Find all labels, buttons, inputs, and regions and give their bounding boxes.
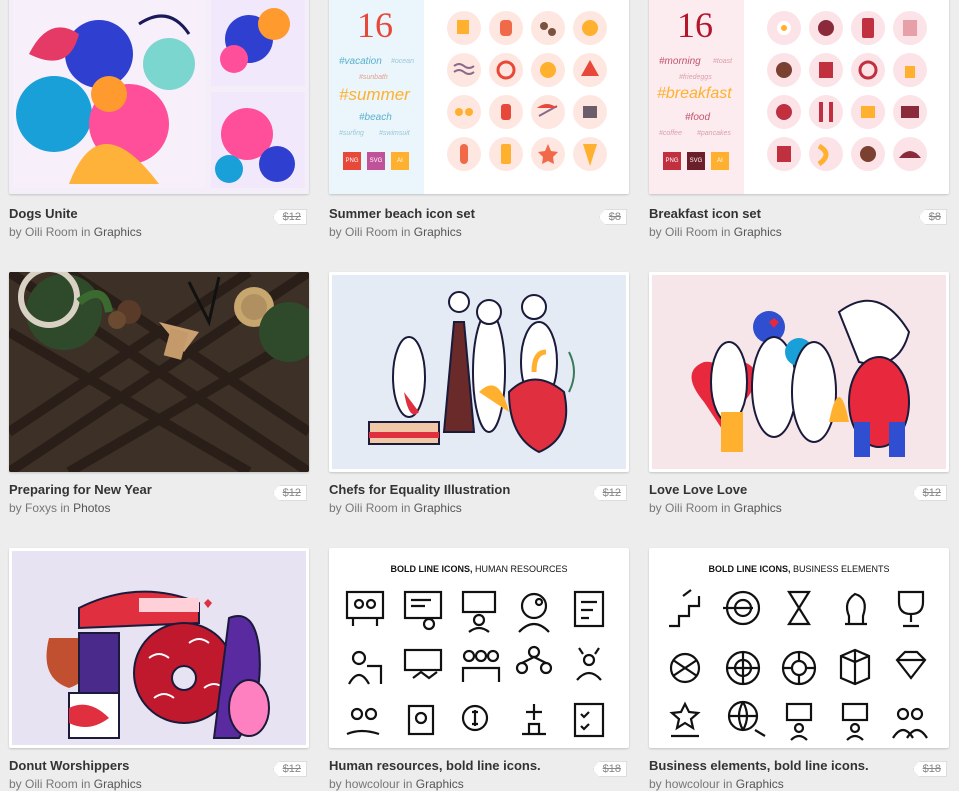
product-title[interactable]: Business elements, bold line icons. xyxy=(649,758,869,773)
product-title[interactable]: Summer beach icon set xyxy=(329,206,475,221)
product-thumbnail-human-resources[interactable]: BOLD LINE ICONS, HUMAN RESOURCES xyxy=(329,548,629,748)
product-meta: by Oili Room in Graphics xyxy=(649,225,782,239)
product-thumbnail-new-year[interactable] xyxy=(9,272,309,472)
price-tag: $12 xyxy=(272,761,307,777)
price-tag: $8 xyxy=(598,209,627,225)
by-label: by xyxy=(329,777,342,791)
product-meta: by howcolour in Graphics xyxy=(649,777,784,791)
author-link[interactable]: Oili Room xyxy=(665,225,718,239)
price-tag: $12 xyxy=(592,485,627,501)
product-title[interactable]: Love Love Love xyxy=(649,482,747,497)
product-thumbnail-dogs-unite[interactable] xyxy=(9,0,309,194)
in-label: in xyxy=(401,501,411,515)
icon-grid xyxy=(767,11,927,171)
in-label: in xyxy=(723,777,733,791)
line-icon-grid xyxy=(669,589,928,741)
product-thumbnail-business-elements[interactable]: BOLD LINE ICONS, BUSINESS ELEMENTS xyxy=(649,548,949,748)
in-label: in xyxy=(401,225,411,239)
icon-grid xyxy=(447,11,607,171)
product-meta: by Oili Room in Graphics xyxy=(9,777,142,791)
author-link[interactable]: Oili Room xyxy=(345,225,398,239)
product-thumbnail-love[interactable] xyxy=(649,272,949,472)
price-tag: $8 xyxy=(918,209,947,225)
author-link[interactable]: howcolour xyxy=(345,777,400,791)
product-title[interactable]: Preparing for New Year xyxy=(9,482,152,497)
product-meta: by Oili Room in Graphics xyxy=(649,501,782,515)
product-meta: by Oili Room in Graphics xyxy=(329,225,462,239)
author-link[interactable]: Oili Room xyxy=(25,225,78,239)
category-link[interactable]: Graphics xyxy=(414,225,462,239)
by-label: by xyxy=(649,777,662,791)
author-link[interactable]: howcolour xyxy=(665,777,720,791)
product-thumbnail-breakfast[interactable]: 16 #morning #toast #friedeggs #breakfast… xyxy=(649,0,949,194)
category-link[interactable]: Graphics xyxy=(94,777,142,791)
product-title[interactable]: Breakfast icon set xyxy=(649,206,761,221)
product-meta: by Foxys in Photos xyxy=(9,501,110,515)
author-link[interactable]: Oili Room xyxy=(25,777,78,791)
author-link[interactable]: Oili Room xyxy=(665,501,718,515)
by-label: by xyxy=(649,225,662,239)
product-meta: by Oili Room in Graphics xyxy=(9,225,142,239)
by-label: by xyxy=(9,501,22,515)
price-tag: $18 xyxy=(592,761,627,777)
product-title[interactable]: Dogs Unite xyxy=(9,206,78,221)
category-link[interactable]: Graphics xyxy=(94,225,142,239)
in-label: in xyxy=(81,225,91,239)
price-tag: $12 xyxy=(272,485,307,501)
by-label: by xyxy=(329,501,342,515)
category-link[interactable]: Graphics xyxy=(734,501,782,515)
by-label: by xyxy=(9,225,22,239)
product-thumbnail-summer-beach[interactable]: 16 #vacation #ocean #sunbath #summer #be… xyxy=(329,0,629,194)
category-link[interactable]: Graphics xyxy=(734,225,782,239)
product-title[interactable]: Chefs for Equality Illustration xyxy=(329,482,510,497)
product-title[interactable]: Human resources, bold line icons. xyxy=(329,758,541,773)
category-link[interactable]: Photos xyxy=(73,501,110,515)
in-label: in xyxy=(81,777,91,791)
price-tag: $12 xyxy=(912,485,947,501)
category-link[interactable]: Graphics xyxy=(736,777,784,791)
in-label: in xyxy=(403,777,413,791)
price-tag: $12 xyxy=(272,209,307,225)
product-thumbnail-chefs[interactable] xyxy=(329,272,629,472)
in-label: in xyxy=(721,501,731,515)
by-label: by xyxy=(9,777,22,791)
product-thumbnail-donut[interactable] xyxy=(9,548,309,748)
product-meta: by howcolour in Graphics xyxy=(329,777,464,791)
product-meta: by Oili Room in Graphics xyxy=(329,501,462,515)
in-label: in xyxy=(721,225,731,239)
line-icon-grid xyxy=(345,590,605,738)
in-label: in xyxy=(60,501,70,515)
author-link[interactable]: Oili Room xyxy=(345,501,398,515)
category-link[interactable]: Graphics xyxy=(414,501,462,515)
by-label: by xyxy=(329,225,342,239)
price-tag: $18 xyxy=(912,761,947,777)
category-link[interactable]: Graphics xyxy=(416,777,464,791)
by-label: by xyxy=(649,501,662,515)
author-link[interactable]: Foxys xyxy=(25,501,57,515)
product-title[interactable]: Donut Worshippers xyxy=(9,758,129,773)
